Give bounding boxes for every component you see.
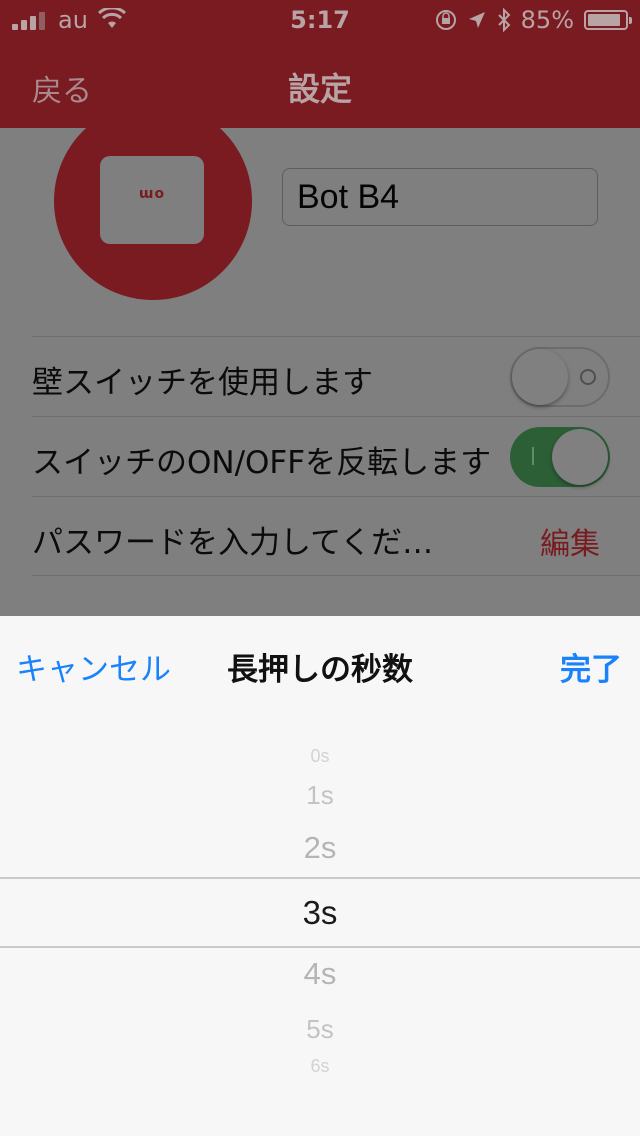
picker-option-selected[interactable]: 3s (0, 894, 640, 932)
settings-row-invert-onoff: スイッチのON/OFFを反転します (32, 416, 640, 496)
picker-selection-top-line (0, 877, 640, 879)
picker-title: 長押しの秒数 (227, 652, 413, 688)
password-edit-button[interactable]: 編集 (540, 519, 600, 563)
orientation-lock-icon (435, 10, 456, 30)
device-name-field[interactable]: Bot B4 (282, 168, 598, 226)
device-logo: ɯo (138, 186, 166, 202)
page-title: 設定 (287, 70, 352, 108)
duration-picker-sheet: キャンセル 長押しの秒数 完了 0s 1s 2s 3s 4s 5s 6s (0, 616, 640, 1136)
device-avatar[interactable]: ɯo (54, 102, 252, 300)
navigation-bar: au 5:17 85% 戻る 設定 (0, 0, 640, 128)
battery-percent: 85% (520, 6, 574, 34)
settings-content: ɯo Bot B4 壁スイッチを使用します スイッチのON/OFFを反転します … (0, 102, 640, 616)
invert-onoff-label: スイッチのON/OFFを反転します (32, 445, 492, 481)
invert-onoff-toggle[interactable] (510, 427, 610, 487)
location-icon (468, 12, 485, 28)
picker-option[interactable]: 6s (0, 1056, 640, 1077)
done-button[interactable]: 完了 (560, 644, 622, 689)
picker-option[interactable]: 1s (0, 780, 640, 811)
picker-option[interactable]: 2s (0, 830, 640, 866)
settings-row-password: パスワードを入力してくだ… 編集 (32, 496, 640, 576)
settings-row-wall-switch: 壁スイッチを使用します (32, 336, 640, 416)
picker-selection-bottom-line (0, 946, 640, 948)
battery-icon (584, 10, 632, 30)
password-label: パスワードを入力してくだ… (32, 525, 434, 561)
wall-switch-label: 壁スイッチを使用します (32, 365, 373, 401)
bluetooth-icon (497, 8, 511, 32)
status-bar: au 5:17 85% (0, 0, 640, 40)
wall-switch-toggle[interactable] (510, 347, 610, 407)
picker-option[interactable]: 4s (0, 956, 640, 992)
picker-option[interactable]: 0s (0, 746, 640, 767)
bot-device-icon: ɯo (100, 156, 204, 244)
picker-option[interactable]: 5s (0, 1014, 640, 1045)
